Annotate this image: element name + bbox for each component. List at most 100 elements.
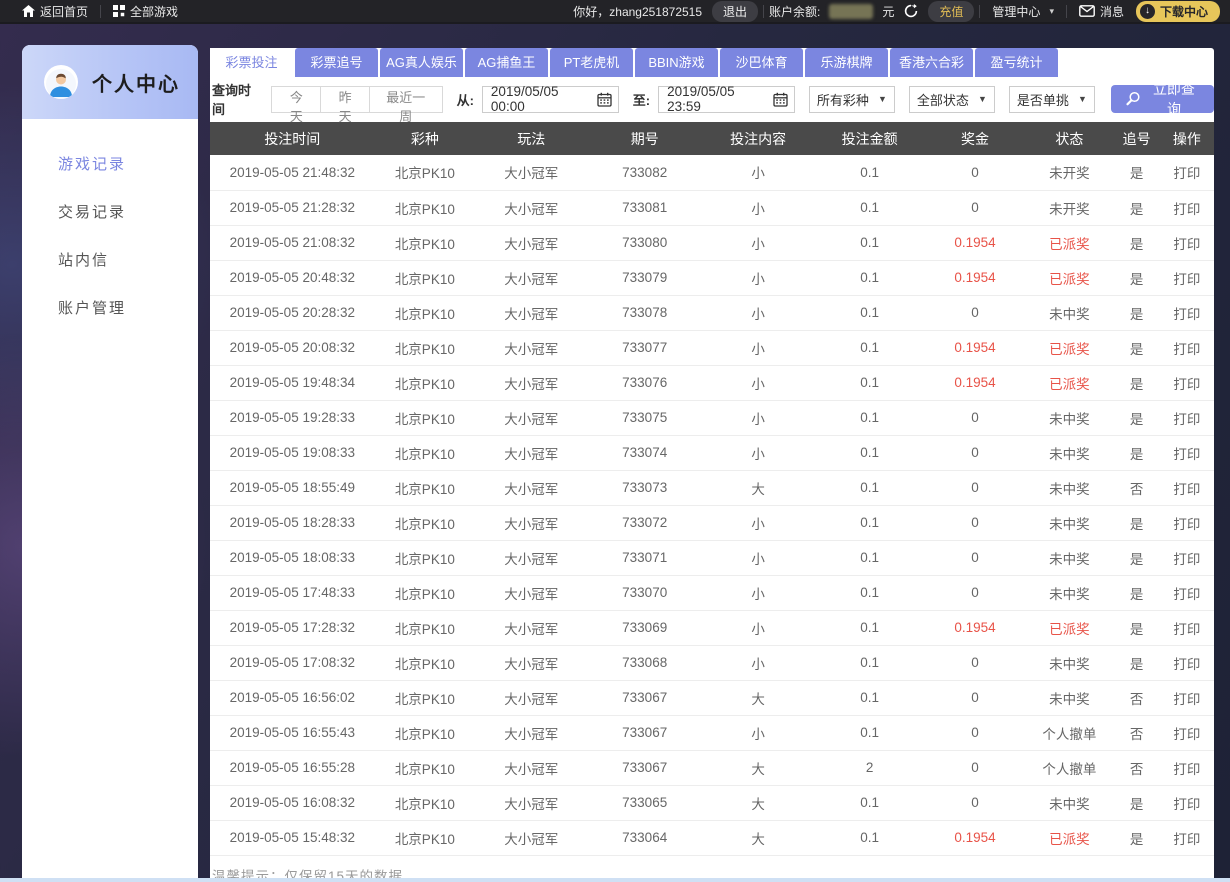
table-row: 2019-05-05 20:28:32 北京PK10 大小冠军 733078 小 0.1 0… — [210, 295, 1214, 331]
tab-2[interactable]: AG真人娱乐 — [380, 48, 463, 77]
print-link[interactable]: 打印 — [1159, 785, 1214, 821]
download-center-button[interactable]: ↓ 下载中心 — [1135, 0, 1220, 22]
cell-play: 大小冠军 — [475, 645, 588, 681]
cell-prize: 0 — [924, 470, 1026, 506]
download-center-label: 下载中心 — [1159, 4, 1208, 19]
calendar-icon[interactable] — [597, 92, 612, 107]
print-link[interactable]: 打印 — [1159, 470, 1214, 506]
cell-issue: 733067 — [587, 680, 702, 716]
print-link[interactable]: 打印 — [1159, 155, 1214, 191]
quick-range-button-0[interactable]: 今天 — [271, 85, 322, 124]
query-button[interactable]: 立即查询 — [1110, 81, 1214, 117]
to-date-input[interactable]: 2019/05/05 23:59 — [658, 84, 795, 114]
print-link[interactable]: 打印 — [1159, 575, 1214, 611]
filter-select-value-1: 全部状态 — [916, 92, 969, 108]
print-link[interactable]: 打印 — [1159, 435, 1214, 471]
sidebar-item-2[interactable]: 站内信 — [22, 249, 198, 297]
cell-content: 小 — [701, 435, 815, 471]
quick-range-button-1[interactable]: 昨天 — [320, 85, 370, 124]
print-link[interactable]: 打印 — [1159, 645, 1214, 681]
print-link[interactable]: 打印 — [1159, 820, 1214, 856]
cell-amount: 0.1 — [814, 540, 925, 576]
cell-lottery: 北京PK10 — [374, 645, 476, 681]
cell-play: 大小冠军 — [475, 190, 588, 226]
cell-chase: 是 — [1113, 295, 1160, 331]
print-link[interactable]: 打印 — [1159, 330, 1214, 366]
quick-range-button-2[interactable]: 最近一周 — [369, 85, 443, 124]
grid-icon — [113, 5, 126, 17]
cell-bet-time: 2019-05-05 20:08:32 — [210, 330, 375, 366]
cell-lottery: 北京PK10 — [374, 610, 476, 646]
tab-3[interactable]: AG捕鱼王 — [465, 48, 548, 77]
messages-link[interactable]: 消息 — [1067, 0, 1136, 22]
tab-8[interactable]: 香港六合彩 — [890, 48, 973, 77]
cell-play: 大小冠军 — [475, 295, 588, 331]
cell-lottery: 北京PK10 — [374, 785, 476, 821]
refresh-balance-icon[interactable] — [904, 4, 918, 18]
cell-status: 已派奖 — [1025, 820, 1114, 856]
table-row: 2019-05-05 19:28:33 北京PK10 大小冠军 733075 小 0.1 0… — [210, 400, 1214, 436]
cell-prize: 0 — [924, 435, 1026, 471]
cell-lottery: 北京PK10 — [374, 365, 476, 401]
bet-records-table: 投注时间 彩种 玩法 期号 投注内容 投注金额 奖金 状态 追号 操作 2019-05-05 21… — [210, 122, 1214, 856]
cell-lottery: 北京PK10 — [374, 505, 476, 541]
cell-play: 大小冠军 — [475, 505, 588, 541]
cell-issue: 733080 — [587, 225, 702, 261]
table-row: 2019-05-05 21:48:32 北京PK10 大小冠军 733082 小 0.1 0… — [210, 155, 1214, 191]
back-home-link[interactable]: 返回首页 — [10, 0, 100, 22]
print-link[interactable]: 打印 — [1159, 680, 1214, 716]
cell-amount: 0.1 — [814, 820, 925, 856]
calendar-icon[interactable] — [773, 92, 788, 107]
column-header-1: 彩种 — [374, 122, 476, 155]
print-link[interactable]: 打印 — [1159, 400, 1214, 436]
search-icon — [1125, 91, 1141, 107]
print-link[interactable]: 打印 — [1159, 260, 1214, 296]
cell-lottery: 北京PK10 — [374, 330, 476, 366]
tab-7[interactable]: 乐游棋牌 — [805, 48, 888, 77]
filter-select-0[interactable]: 所有彩种 ▼ — [808, 85, 895, 113]
cell-issue: 733081 — [587, 190, 702, 226]
logout-button[interactable]: 退出 — [712, 0, 759, 22]
tab-5[interactable]: BBIN游戏 — [635, 48, 718, 77]
print-link[interactable]: 打印 — [1159, 295, 1214, 331]
all-games-link[interactable]: 全部游戏 — [101, 0, 190, 22]
print-link[interactable]: 打印 — [1159, 540, 1214, 576]
filter-select-2[interactable]: 是否单挑 ▼ — [1008, 85, 1095, 113]
print-link[interactable]: 打印 — [1159, 750, 1214, 786]
admin-center-label: 管理中心 — [992, 4, 1041, 19]
print-link[interactable]: 打印 — [1159, 365, 1214, 401]
filter-select-1[interactable]: 全部状态 ▼ — [908, 85, 995, 113]
admin-center-menu[interactable]: 管理中心 ▾ — [980, 0, 1066, 22]
cell-prize: 0.1954 — [924, 365, 1026, 401]
cell-content: 小 — [701, 575, 815, 611]
cell-play: 大小冠军 — [475, 715, 588, 751]
cell-prize: 0 — [924, 750, 1026, 786]
print-link[interactable]: 打印 — [1159, 190, 1214, 226]
cell-bet-time: 2019-05-05 15:48:32 — [210, 820, 375, 856]
tab-9[interactable]: 盈亏统计 — [975, 48, 1058, 77]
tab-0[interactable]: 彩票投注 — [210, 48, 293, 77]
sidebar-item-1[interactable]: 交易记录 — [22, 201, 198, 249]
cell-issue: 733071 — [587, 540, 702, 576]
cell-amount: 0.1 — [814, 680, 925, 716]
from-date-input[interactable]: 2019/05/05 00:00 — [481, 84, 619, 114]
sidebar-item-3[interactable]: 账户管理 — [22, 297, 198, 345]
print-link[interactable]: 打印 — [1159, 225, 1214, 261]
recharge-button[interactable]: 充值 — [928, 0, 975, 22]
tab-6[interactable]: 沙巴体育 — [720, 48, 803, 77]
cell-play: 大小冠军 — [475, 260, 588, 296]
cell-lottery: 北京PK10 — [374, 155, 476, 191]
cell-lottery: 北京PK10 — [374, 470, 476, 506]
topbar-divider — [763, 4, 765, 18]
print-link[interactable]: 打印 — [1159, 610, 1214, 646]
sidebar-menu: 游戏记录 交易记录 站内信 账户管理 — [22, 119, 198, 345]
cell-issue: 733073 — [587, 470, 702, 506]
sidebar-item-0[interactable]: 游戏记录 — [22, 153, 198, 201]
cell-bet-time: 2019-05-05 20:28:32 — [210, 295, 375, 331]
home-icon — [22, 5, 35, 17]
print-link[interactable]: 打印 — [1159, 715, 1214, 751]
tab-1[interactable]: 彩票追号 — [295, 48, 378, 77]
print-link[interactable]: 打印 — [1159, 505, 1214, 541]
tab-4[interactable]: PT老虎机 — [550, 48, 633, 77]
user-avatar-icon — [44, 65, 78, 99]
